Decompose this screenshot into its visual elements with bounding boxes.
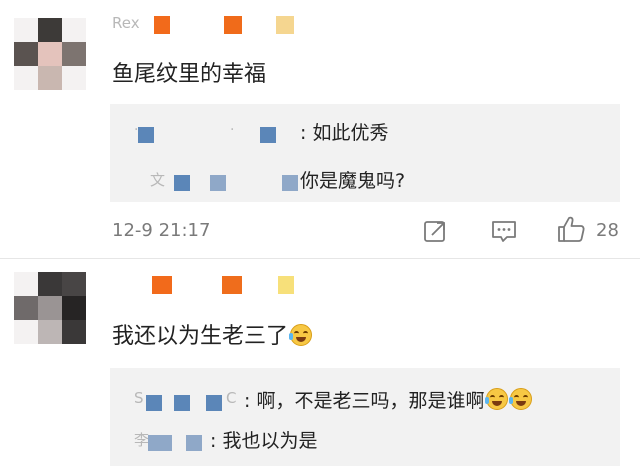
avatar-pixel <box>38 42 62 66</box>
reply-text: : 我也以为是 <box>210 430 318 452</box>
redaction-block <box>210 174 226 191</box>
comment-icon[interactable] <box>490 218 518 244</box>
reply-username-redacted[interactable]: 文 <box>134 171 300 192</box>
avatar[interactable] <box>14 272 86 344</box>
username-redacted[interactable] <box>112 276 302 294</box>
laughing-emoji-icon <box>509 388 533 410</box>
comment-text: 我还以为生老三了 <box>112 318 313 350</box>
redaction-block <box>146 394 162 411</box>
like-count: 28 <box>596 220 619 241</box>
redaction-block <box>154 16 170 34</box>
redaction-block <box>222 276 242 294</box>
avatar-pixel <box>14 272 38 296</box>
avatar-pixel <box>38 296 62 320</box>
comment-text: 鱼尾纹里的幸福 <box>112 62 267 87</box>
redaction-block <box>174 394 190 411</box>
timestamp: 12-9 21:17 <box>112 220 211 241</box>
divider <box>0 258 640 259</box>
reply-item[interactable]: 李 : 我也以为是 <box>134 426 317 453</box>
reply-text: : 如此优秀 <box>300 122 389 144</box>
redaction-block <box>152 276 172 294</box>
avatar-pixel <box>14 42 38 66</box>
avatar-pixel <box>38 272 62 296</box>
comment-text-content: 我还以为生老三了 <box>112 324 289 349</box>
avatar-pixel <box>38 18 62 42</box>
avatar-pixel <box>14 66 38 90</box>
redaction-block <box>186 434 202 451</box>
avatar-pixel <box>38 66 62 90</box>
reply-username-redacted[interactable]: 李 <box>134 431 210 452</box>
avatar-pixel <box>62 296 86 320</box>
redaction-block <box>276 16 294 34</box>
redaction-block <box>174 174 190 191</box>
reply-text: : 啊，不是老三吗，那是谁啊 <box>244 390 485 412</box>
reply-item[interactable]: S C : 啊，不是老三吗，那是谁啊 <box>134 386 533 413</box>
avatar-pixel <box>14 296 38 320</box>
redaction-block <box>260 126 276 143</box>
laughing-emoji-icon <box>289 324 313 346</box>
redaction-block <box>278 276 294 294</box>
reply-text: 你是魔鬼吗? <box>300 170 406 192</box>
avatar-pixel <box>38 320 62 344</box>
avatar-pixel <box>14 320 38 344</box>
avatar-pixel <box>62 18 86 42</box>
reply-item[interactable]: · · : 如此优秀 <box>134 118 388 145</box>
redaction-block <box>148 434 172 451</box>
like-icon[interactable] <box>556 214 586 244</box>
reply-box[interactable]: S C : 啊，不是老三吗，那是谁啊 李 : 我也以为是 <box>110 368 620 466</box>
share-icon[interactable] <box>422 218 448 244</box>
redaction-block <box>224 16 242 34</box>
reply-username-redacted[interactable]: · · <box>134 122 300 144</box>
avatar-pixel <box>62 42 86 66</box>
redaction-block <box>138 126 154 143</box>
avatar-pixel <box>62 66 86 90</box>
username-redacted[interactable]: Rex <box>112 14 302 34</box>
reply-item[interactable]: 文 你是魔鬼吗? <box>134 166 405 193</box>
reply-box[interactable]: · · : 如此优秀 文 你是魔鬼吗? <box>110 104 620 202</box>
avatar[interactable] <box>14 18 86 90</box>
reply-username-redacted[interactable]: S C <box>134 389 244 412</box>
redaction-block <box>282 174 298 191</box>
avatar-pixel <box>62 272 86 296</box>
avatar-pixel <box>62 320 86 344</box>
laughing-emoji-icon <box>485 388 509 410</box>
avatar-pixel <box>14 18 38 42</box>
redaction-block <box>206 394 222 411</box>
